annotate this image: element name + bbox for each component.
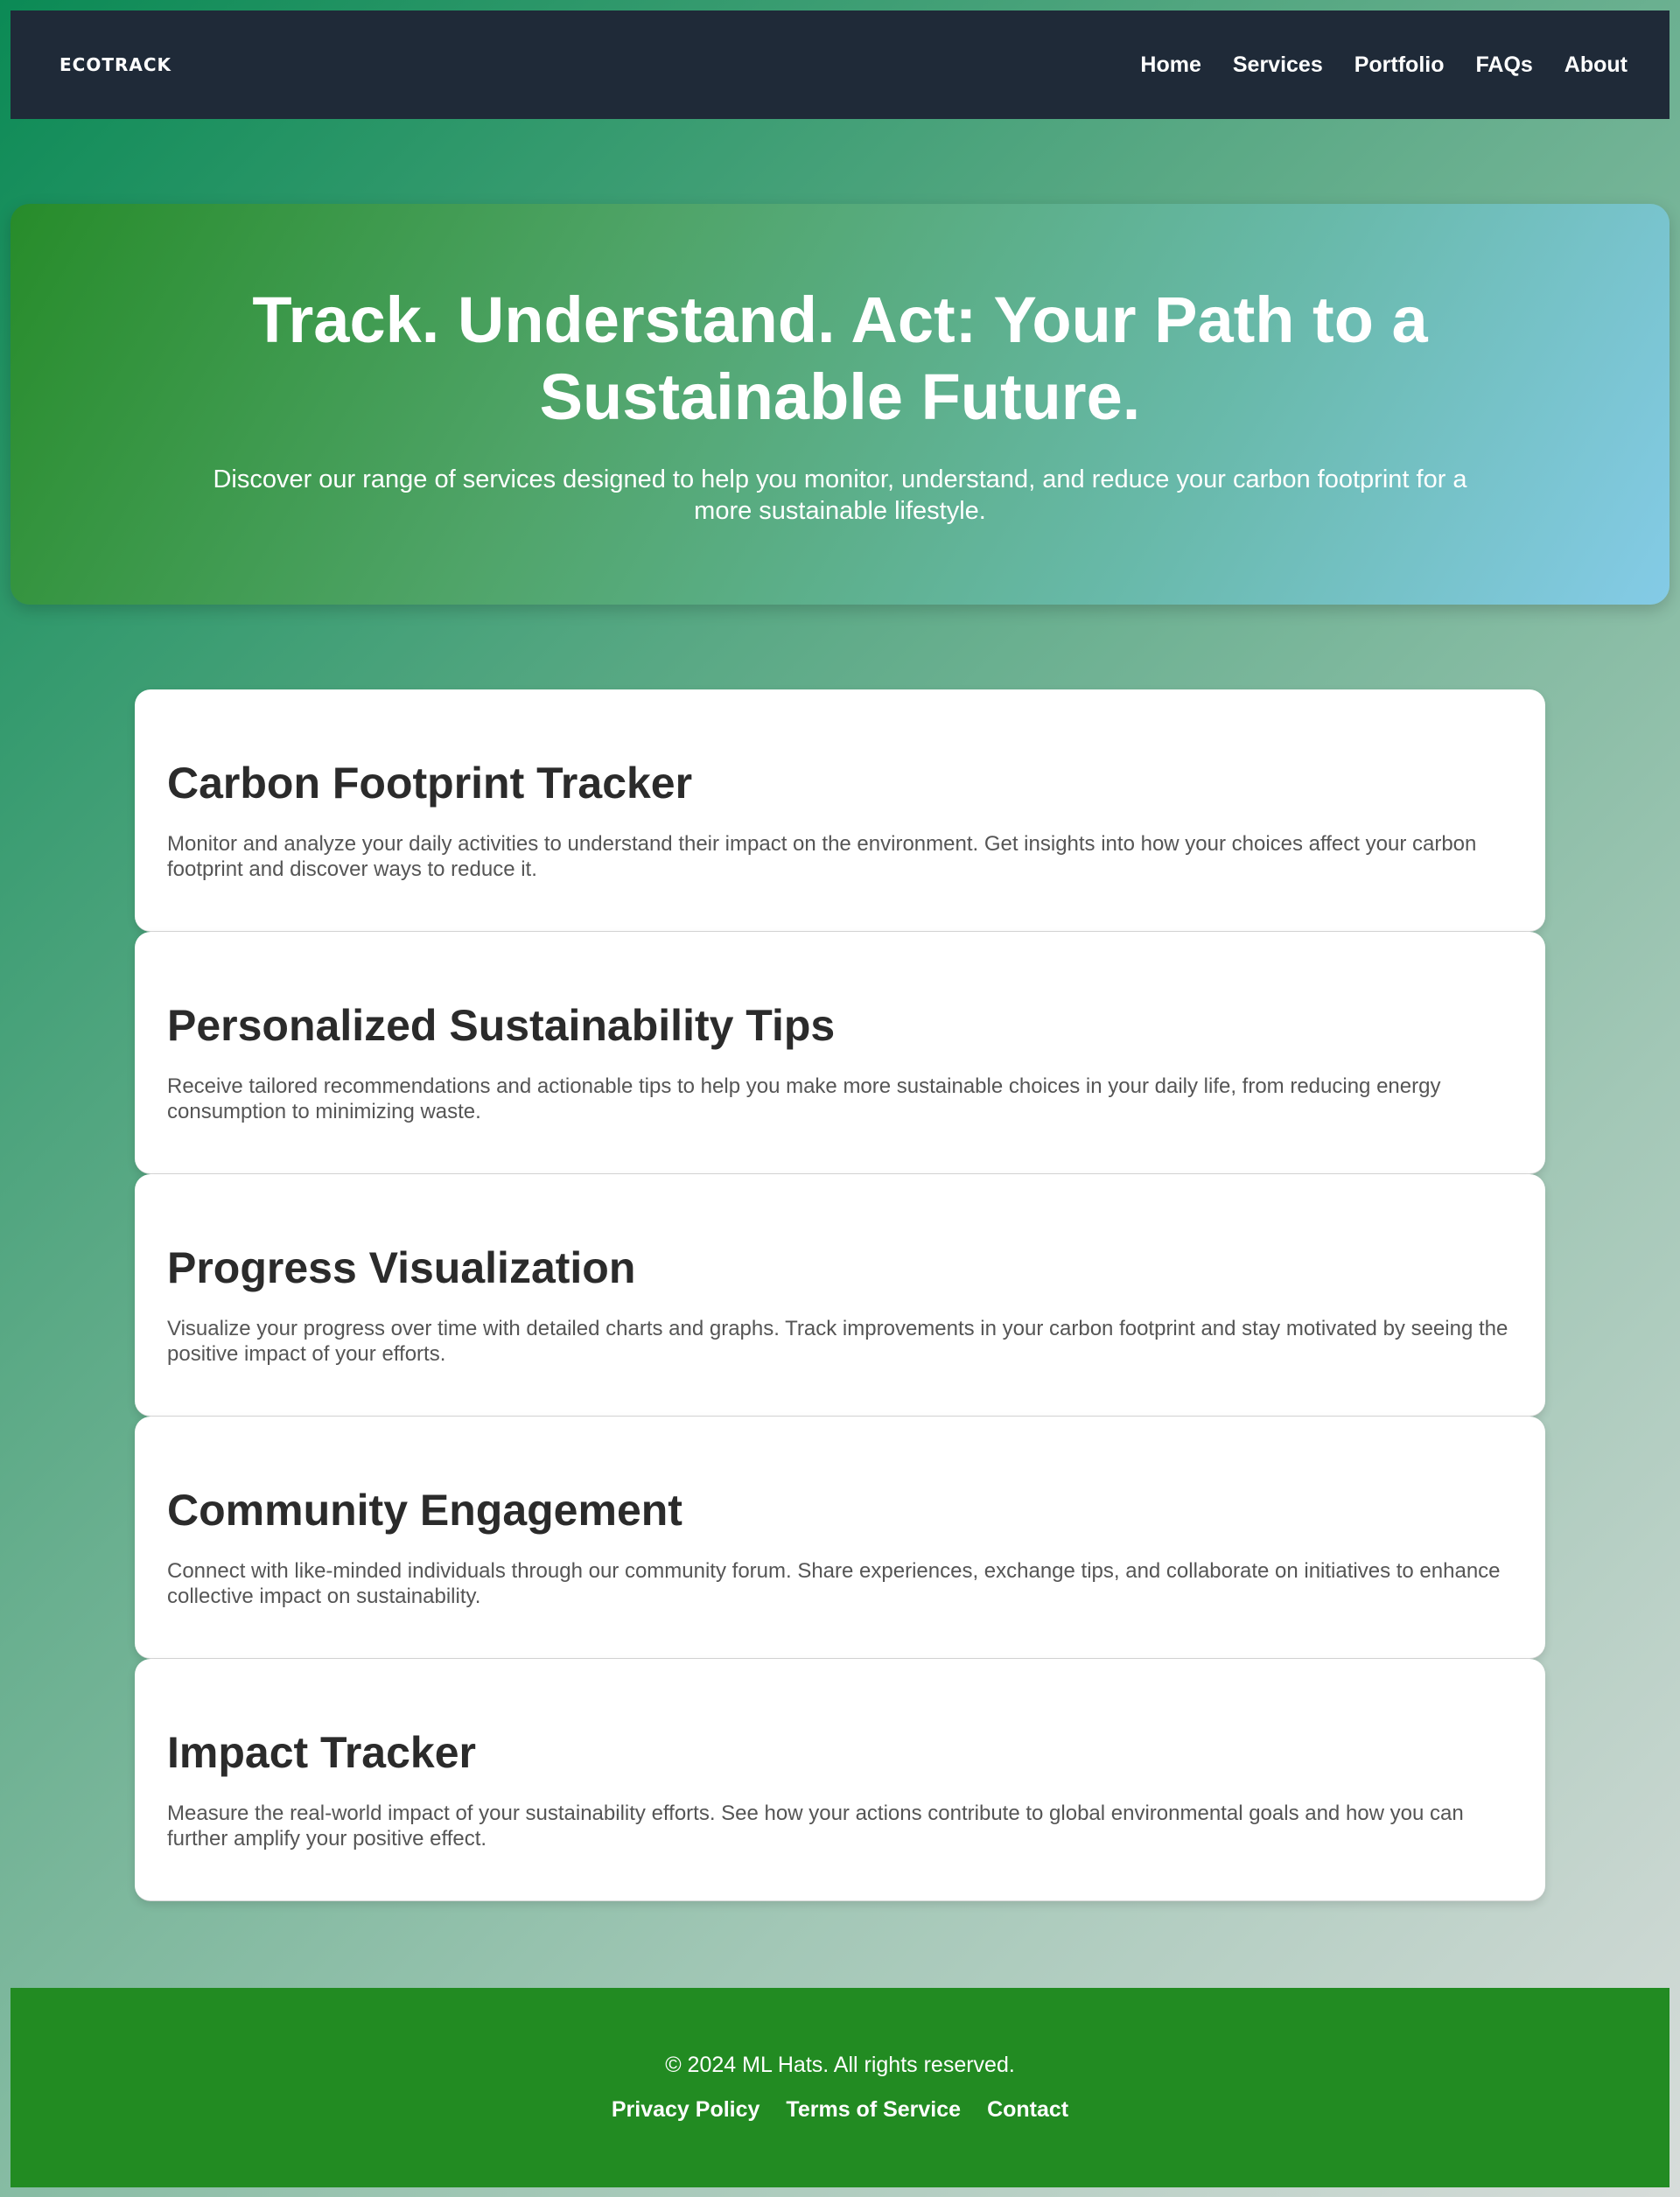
service-card-community-engagement: Community Engagement Connect with like-m… [135, 1417, 1545, 1659]
nav-link-services[interactable]: Services [1233, 52, 1323, 78]
nav-links: Home Services Portfolio FAQs About [1140, 52, 1628, 78]
brand-logo[interactable]: ECOTRACK [60, 54, 172, 75]
service-card-progress-visualization: Progress Visualization Visualize your pr… [135, 1174, 1545, 1417]
service-card-personalized-tips: Personalized Sustainability Tips Receive… [135, 932, 1545, 1174]
service-card-impact-tracker: Impact Tracker Measure the real-world im… [135, 1659, 1545, 1901]
hero-subtitle: Discover our range of services designed … [213, 465, 1467, 525]
footer-copyright: © 2024 ML Hats. All rights reserved. [665, 2053, 1015, 2077]
service-card-description: Measure the real-world impact of your su… [167, 1802, 1464, 1851]
service-card-description: Visualize your progress over time with d… [167, 1317, 1508, 1366]
footer-links: Privacy Policy Terms of Service Contact [612, 2097, 1068, 2123]
service-card-carbon-footprint-tracker: Carbon Footprint Tracker Monitor and ana… [135, 689, 1545, 932]
service-card-title: Impact Tracker [167, 1728, 476, 1777]
service-card-description: Monitor and analyze your daily activitie… [167, 832, 1477, 881]
service-card-description: Connect with like-minded individuals thr… [167, 1559, 1501, 1608]
hero-banner: Track. Understand. Act: Your Path to a S… [10, 204, 1670, 605]
service-card-description: Receive tailored recommendations and act… [167, 1074, 1441, 1123]
services-list: Carbon Footprint Tracker Monitor and ana… [135, 689, 1545, 1901]
nav-link-about[interactable]: About [1564, 52, 1628, 78]
nav-link-home[interactable]: Home [1140, 52, 1200, 78]
top-navbar: ECOTRACK Home Services Portfolio FAQs Ab… [10, 10, 1670, 119]
nav-link-faqs[interactable]: FAQs [1476, 52, 1533, 78]
service-card-title: Carbon Footprint Tracker [167, 759, 693, 808]
service-card-title: Community Engagement [167, 1486, 682, 1535]
nav-link-portfolio[interactable]: Portfolio [1354, 52, 1445, 78]
footer-link-terms-of-service[interactable]: Terms of Service [786, 2097, 961, 2123]
service-card-title: Personalized Sustainability Tips [167, 1001, 836, 1050]
service-card-title: Progress Visualization [167, 1243, 636, 1292]
footer-link-privacy-policy[interactable]: Privacy Policy [612, 2097, 760, 2123]
footer-link-contact[interactable]: Contact [987, 2097, 1068, 2123]
site-footer: © 2024 ML Hats. All rights reserved. Pri… [10, 1988, 1670, 2187]
hero-title: Track. Understand. Act: Your Path to a S… [252, 283, 1428, 433]
